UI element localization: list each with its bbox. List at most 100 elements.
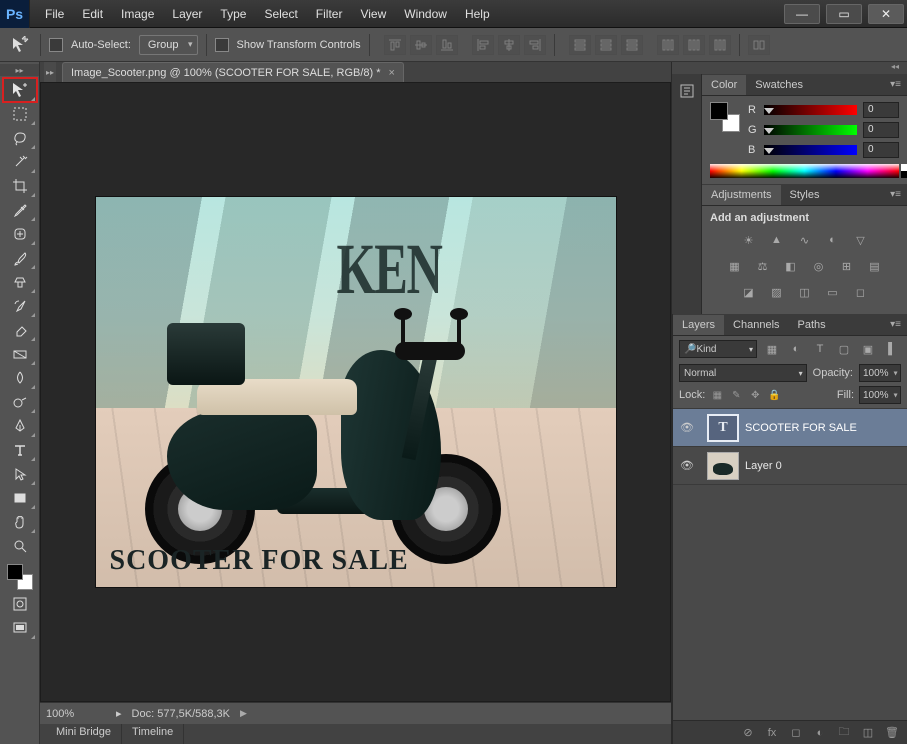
marquee-tool[interactable] bbox=[3, 102, 37, 126]
distribute-hcenter-icon[interactable] bbox=[683, 35, 705, 55]
delete-layer-icon[interactable]: 🗑 bbox=[883, 725, 901, 741]
filter-toggle-icon[interactable]: ▌ bbox=[883, 341, 901, 357]
magic-wand-tool[interactable] bbox=[3, 150, 37, 174]
lock-all-icon[interactable]: 🔒 bbox=[767, 388, 781, 402]
align-right-icon[interactable] bbox=[524, 35, 546, 55]
layer-list[interactable]: 👁 T SCOOTER FOR SALE 👁 Layer 0 bbox=[673, 409, 907, 720]
g-value[interactable]: 0 bbox=[863, 122, 899, 138]
panel-collapse-strip[interactable]: ◂◂ bbox=[672, 62, 907, 74]
color-lookup-icon[interactable]: ▤ bbox=[864, 256, 886, 276]
layer-style-icon[interactable]: fx bbox=[763, 725, 781, 741]
fg-color-swatch[interactable] bbox=[710, 102, 728, 120]
brightness-icon[interactable]: ☀ bbox=[738, 230, 760, 250]
new-layer-icon[interactable]: ◫ bbox=[859, 725, 877, 741]
r-slider[interactable] bbox=[764, 105, 857, 115]
align-left-icon[interactable] bbox=[472, 35, 494, 55]
foreground-background-swatch[interactable] bbox=[5, 562, 35, 592]
distribute-vcenter-icon[interactable] bbox=[595, 35, 617, 55]
group-icon[interactable]: 🗀 bbox=[835, 725, 853, 741]
dodge-tool[interactable] bbox=[3, 390, 37, 414]
filter-pixel-icon[interactable]: ▦ bbox=[763, 341, 781, 357]
menu-file[interactable]: File bbox=[36, 1, 73, 27]
close-tab-icon[interactable]: × bbox=[389, 67, 395, 79]
document-tab[interactable]: Image_Scooter.png @ 100% (SCOOTER FOR SA… bbox=[62, 62, 404, 82]
lock-transparent-icon[interactable]: ▦ bbox=[710, 388, 724, 402]
levels-icon[interactable]: ▲ bbox=[766, 230, 788, 250]
layer-name[interactable]: Layer 0 bbox=[745, 460, 782, 472]
healing-brush-tool[interactable] bbox=[3, 222, 37, 246]
opacity-field[interactable]: 100% bbox=[859, 364, 901, 382]
lock-image-icon[interactable]: ✎ bbox=[729, 388, 743, 402]
g-slider[interactable] bbox=[764, 125, 857, 135]
tab-color[interactable]: Color bbox=[702, 75, 746, 95]
panel-menu-icon[interactable]: ▾≡ bbox=[884, 319, 907, 330]
tab-styles[interactable]: Styles bbox=[781, 185, 829, 205]
canvas-viewport[interactable]: KEN SCOOTER FOR SALE bbox=[40, 82, 671, 702]
color-fgbg[interactable] bbox=[710, 102, 740, 132]
photo-filter-icon[interactable]: ◎ bbox=[808, 256, 830, 276]
zoom-tool[interactable] bbox=[3, 534, 37, 558]
tab-timeline[interactable]: Timeline bbox=[122, 724, 184, 744]
show-transform-checkbox[interactable] bbox=[215, 38, 229, 52]
panel-menu-icon[interactable]: ▾≡ bbox=[884, 79, 907, 90]
bw-swatch[interactable] bbox=[901, 164, 907, 178]
filter-smart-icon[interactable]: ▣ bbox=[859, 341, 877, 357]
layer-thumb-text[interactable]: T bbox=[707, 414, 739, 442]
menu-window[interactable]: Window bbox=[395, 1, 456, 27]
menu-filter[interactable]: Filter bbox=[307, 1, 352, 27]
layer-filter-dropdown[interactable]: 🔎 Kind bbox=[679, 340, 757, 358]
layer-name[interactable]: SCOOTER FOR SALE bbox=[745, 422, 857, 434]
foreground-color[interactable] bbox=[7, 564, 23, 580]
link-layers-icon[interactable]: ⊘ bbox=[739, 725, 757, 741]
tab-adjustments[interactable]: Adjustments bbox=[702, 185, 781, 205]
exposure-icon[interactable]: ◐ bbox=[822, 230, 844, 250]
b-value[interactable]: 0 bbox=[863, 142, 899, 158]
lock-position-icon[interactable]: ✥ bbox=[748, 388, 762, 402]
filter-adjust-icon[interactable]: ◐ bbox=[787, 341, 805, 357]
posterize-icon[interactable]: ▨ bbox=[766, 282, 788, 302]
move-tool-icon[interactable] bbox=[8, 33, 32, 57]
visibility-icon[interactable]: 👁 bbox=[673, 421, 701, 434]
align-hcenter-icon[interactable] bbox=[498, 35, 520, 55]
color-balance-icon[interactable]: ⚖ bbox=[752, 256, 774, 276]
brush-tool[interactable] bbox=[3, 246, 37, 270]
hand-tool[interactable] bbox=[3, 510, 37, 534]
menu-select[interactable]: Select bbox=[255, 1, 306, 27]
filter-shape-icon[interactable]: ▢ bbox=[835, 341, 853, 357]
minimize-button[interactable]: — bbox=[784, 4, 820, 24]
channel-mixer-icon[interactable]: ⊞ bbox=[836, 256, 858, 276]
zoom-level[interactable]: 100% bbox=[46, 708, 106, 720]
layer-thumb-image[interactable] bbox=[707, 452, 739, 480]
path-selection-tool[interactable] bbox=[3, 462, 37, 486]
history-panel-icon[interactable] bbox=[676, 80, 698, 102]
layer-item-text[interactable]: 👁 T SCOOTER FOR SALE bbox=[673, 409, 907, 447]
menu-view[interactable]: View bbox=[351, 1, 395, 27]
hue-sat-icon[interactable]: ▦ bbox=[724, 256, 746, 276]
distribute-top-icon[interactable] bbox=[569, 35, 591, 55]
vibrance-icon[interactable]: ▽ bbox=[850, 230, 872, 250]
auto-select-dropdown[interactable]: Group bbox=[139, 35, 198, 55]
menu-edit[interactable]: Edit bbox=[73, 1, 112, 27]
canvas[interactable]: KEN SCOOTER FOR SALE bbox=[96, 197, 616, 587]
rectangle-tool[interactable] bbox=[3, 486, 37, 510]
blend-mode-dropdown[interactable]: Normal bbox=[679, 364, 807, 382]
align-bottom-icon[interactable] bbox=[436, 35, 458, 55]
type-tool[interactable] bbox=[3, 438, 37, 462]
screen-mode-tool[interactable] bbox=[3, 616, 37, 640]
status-preview-icon[interactable]: ▸ bbox=[116, 707, 122, 720]
layer-mask-icon[interactable]: ◻ bbox=[787, 725, 805, 741]
distribute-bottom-icon[interactable] bbox=[621, 35, 643, 55]
sale-text-layer[interactable]: SCOOTER FOR SALE bbox=[110, 545, 409, 577]
r-value[interactable]: 0 bbox=[863, 102, 899, 118]
threshold-icon[interactable]: ◫ bbox=[794, 282, 816, 302]
fill-field[interactable]: 100% bbox=[859, 386, 901, 404]
blur-tool[interactable] bbox=[3, 366, 37, 390]
quick-mask-tool[interactable] bbox=[3, 592, 37, 616]
eraser-tool[interactable] bbox=[3, 318, 37, 342]
align-vcenter-icon[interactable] bbox=[410, 35, 432, 55]
tab-swatches[interactable]: Swatches bbox=[746, 75, 812, 95]
pen-tool[interactable] bbox=[3, 414, 37, 438]
tool-collapse[interactable]: ▸▸ bbox=[0, 64, 39, 76]
distribute-right-icon[interactable] bbox=[709, 35, 731, 55]
gradient-map-icon[interactable]: ▭ bbox=[822, 282, 844, 302]
